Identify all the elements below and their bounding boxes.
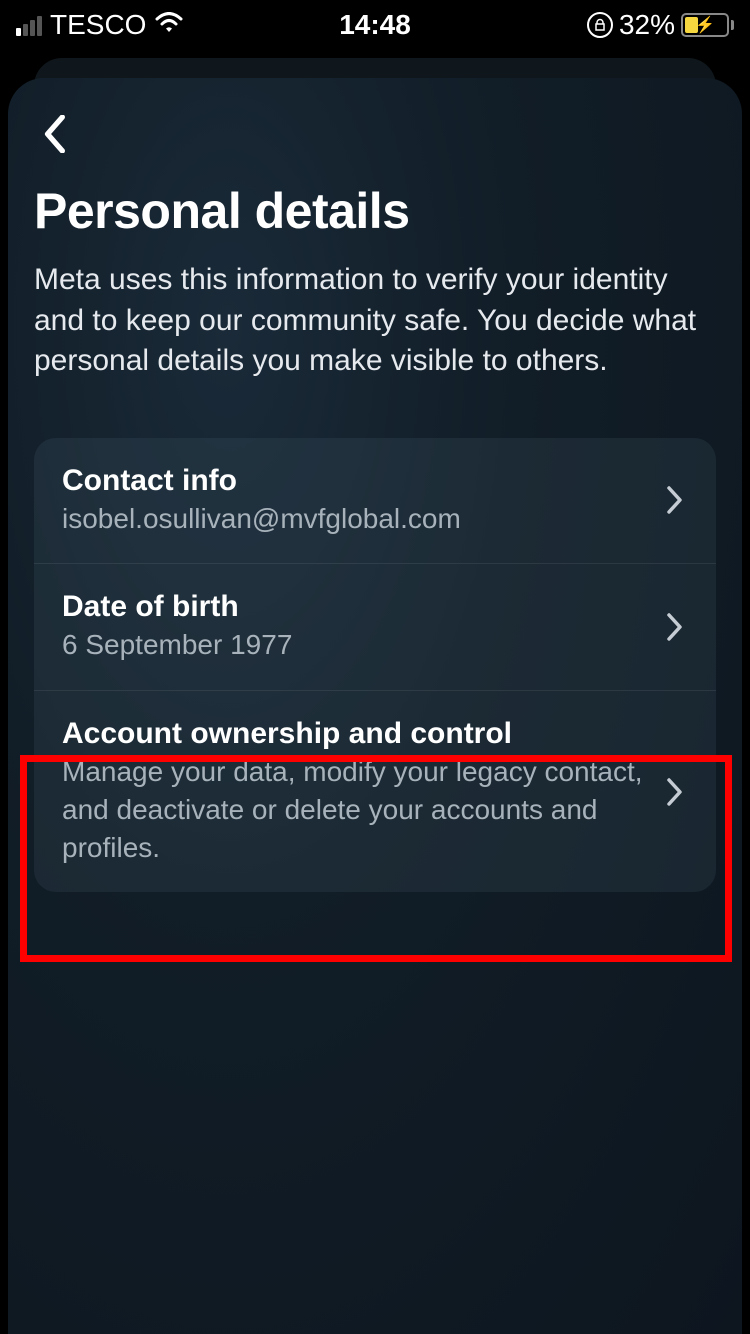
ownership-description: Manage your data, modify your legacy con…: [62, 753, 646, 866]
date-of-birth-item[interactable]: Date of birth 6 September 1977: [34, 564, 716, 690]
ownership-title: Account ownership and control: [62, 717, 646, 751]
status-time: 14:48: [339, 9, 411, 41]
settings-list: Contact info isobel.osullivan@mvfglobal.…: [34, 438, 716, 893]
dob-title: Date of birth: [62, 590, 646, 624]
chevron-left-icon: [41, 115, 71, 158]
page-title: Personal details: [34, 182, 716, 240]
rotation-lock-icon: [587, 12, 613, 38]
contact-info-value: isobel.osullivan@mvfglobal.com: [62, 500, 646, 538]
account-ownership-item[interactable]: Account ownership and control Manage you…: [34, 691, 716, 892]
status-left: TESCO: [16, 9, 184, 41]
page-description: Meta uses this information to verify you…: [34, 260, 716, 382]
settings-sheet: Personal details Meta uses this informat…: [8, 78, 742, 1334]
contact-info-title: Contact info: [62, 464, 646, 498]
battery-icon: ⚡: [681, 13, 734, 37]
carrier-label: TESCO: [50, 9, 146, 41]
contact-info-item[interactable]: Contact info isobel.osullivan@mvfglobal.…: [34, 438, 716, 564]
chevron-right-icon: [662, 614, 688, 640]
status-bar: TESCO 14:48 32% ⚡: [0, 0, 750, 50]
status-right: 32% ⚡: [587, 9, 734, 41]
chevron-right-icon: [662, 487, 688, 513]
chevron-right-icon: [662, 779, 688, 805]
dob-value: 6 September 1977: [62, 626, 646, 664]
battery-percent: 32%: [619, 9, 675, 41]
signal-bars-icon: [16, 14, 42, 36]
back-button[interactable]: [34, 114, 78, 158]
wifi-icon: [154, 10, 184, 41]
